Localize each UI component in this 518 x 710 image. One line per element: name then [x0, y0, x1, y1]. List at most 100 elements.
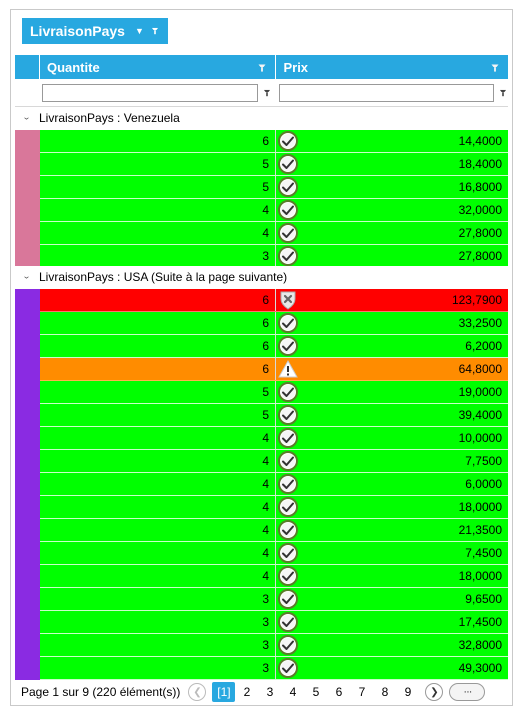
table-row[interactable]: 4 21,3500	[40, 519, 508, 542]
quantite-cell: 4	[40, 473, 276, 495]
quantite-cell: 6	[40, 130, 276, 152]
table-row[interactable]: 4 6,0000	[40, 473, 508, 496]
pin-icon[interactable]	[491, 64, 500, 73]
prix-value: 9,6500	[465, 592, 502, 606]
prix-value: 32,0000	[458, 203, 502, 217]
pager-page-6[interactable]: 6	[327, 682, 350, 702]
pin-icon[interactable]	[499, 89, 507, 97]
quantite-cell: 6	[40, 358, 276, 380]
table-row[interactable]: 3 32,8000	[40, 634, 508, 657]
quantite-filter-input[interactable]	[42, 84, 258, 102]
check-circle-icon	[278, 246, 298, 266]
table-row[interactable]: 5 39,4000	[40, 404, 508, 427]
group-body-venezuela: 6 14,4000 5 18,4000 5 16,8000 4 32,0000 4 27,8000…	[15, 130, 508, 268]
prix-value: 7,7500	[465, 454, 502, 468]
check-circle-icon	[278, 589, 298, 609]
column-header-quantite-label: Quantite	[46, 59, 100, 75]
quantite-cell: 5	[40, 153, 276, 175]
quantite-cell: 4	[40, 565, 276, 587]
prix-cell: 32,8000	[276, 634, 508, 656]
table-row[interactable]: 3 49,3000	[40, 657, 508, 680]
group-row-venezuela[interactable]: › LivraisonPays : Venezuela	[15, 107, 508, 129]
table-row[interactable]: 3 27,8000	[40, 245, 508, 268]
more-pages-button[interactable]: ···	[449, 683, 486, 701]
prix-value: 7,4500	[465, 546, 502, 560]
table-row[interactable]: 5 18,4000	[40, 153, 508, 176]
prix-cell: 14,4000	[276, 130, 508, 152]
table-row[interactable]: 6 123,7900	[40, 289, 508, 312]
check-circle-icon	[278, 474, 298, 494]
table-row[interactable]: 5 16,8000	[40, 176, 508, 199]
table-row[interactable]: 6 64,8000	[40, 358, 508, 381]
group-row-usa[interactable]: › LivraisonPays : USA (Suite à la page s…	[15, 266, 508, 288]
pager-page-4[interactable]: 4	[281, 682, 304, 702]
prix-value: 27,8000	[458, 226, 502, 240]
column-header-row: Quantite Prix	[15, 55, 508, 79]
pin-icon[interactable]	[263, 89, 271, 97]
chevron-left-icon[interactable]: ❮	[188, 683, 207, 701]
check-circle-icon	[278, 177, 298, 197]
quantite-cell: 4	[40, 496, 276, 518]
pin-icon[interactable]	[151, 27, 159, 35]
pager-page-2[interactable]: 2	[235, 682, 258, 702]
prix-cell: 19,0000	[276, 381, 508, 403]
caret-down-icon[interactable]: ▼	[135, 26, 144, 36]
prix-cell: 33,2500	[276, 312, 508, 334]
prix-value: 16,8000	[458, 180, 502, 194]
quantite-cell: 4	[40, 199, 276, 221]
pager-page-5[interactable]: 5	[304, 682, 327, 702]
table-row[interactable]: 4 18,0000	[40, 565, 508, 588]
quantite-cell: 3	[40, 657, 276, 679]
pager-page-8[interactable]: 8	[373, 682, 396, 702]
group-row-label: LivraisonPays : USA (Suite à la page sui…	[39, 270, 288, 284]
shield-x-icon	[278, 290, 298, 310]
table-row[interactable]: 4 27,8000	[40, 222, 508, 245]
check-circle-icon	[278, 131, 298, 151]
pager-page-7[interactable]: 7	[350, 682, 373, 702]
prix-cell: 18,0000	[276, 496, 508, 518]
column-header-quantite[interactable]: Quantite	[40, 55, 277, 79]
pin-icon[interactable]	[258, 64, 267, 73]
chevron-down-icon[interactable]: ›	[15, 272, 39, 283]
group-row-label: LivraisonPays : Venezuela	[39, 111, 180, 125]
quantite-cell: 6	[40, 289, 276, 311]
chevron-down-icon[interactable]: ›	[15, 113, 39, 124]
pager-page-1[interactable]: [1]	[212, 682, 236, 702]
table-row[interactable]: 4 10,0000	[40, 427, 508, 450]
column-header-prix[interactable]: Prix	[276, 55, 508, 79]
prix-value: 123,7900	[451, 293, 502, 307]
prix-cell: 7,7500	[276, 450, 508, 472]
table-row[interactable]: 5 19,0000	[40, 381, 508, 404]
prix-filter-input[interactable]	[279, 84, 494, 102]
prix-cell: 27,8000	[276, 222, 508, 244]
table-row[interactable]: 4 7,4500	[40, 542, 508, 565]
column-header-prix-label: Prix	[283, 59, 309, 75]
warning-triangle-icon	[278, 359, 298, 379]
check-circle-icon	[278, 566, 298, 586]
table-row[interactable]: 3 9,6500	[40, 588, 508, 611]
check-circle-icon	[278, 497, 298, 517]
table-row[interactable]: 4 7,7500	[40, 450, 508, 473]
group-rows: 6 123,7900 6 33,2500 6 6,2000 6 64,8000 5 19,0000…	[40, 289, 508, 680]
grid-container: LivraisonPays ▼ Quantite Prix › Livraiso…	[10, 9, 513, 706]
pager-page-9[interactable]: 9	[396, 682, 419, 702]
group-by-chip[interactable]: LivraisonPays ▼	[22, 18, 168, 44]
group-by-chip-label: LivraisonPays	[30, 23, 125, 39]
prix-value: 18,0000	[458, 569, 502, 583]
chevron-right-icon[interactable]: ❯	[425, 683, 444, 701]
quantite-cell: 4	[40, 427, 276, 449]
table-row[interactable]: 6 14,4000	[40, 130, 508, 153]
table-row[interactable]: 4 32,0000	[40, 199, 508, 222]
prix-value: 39,4000	[458, 408, 502, 422]
table-row[interactable]: 4 18,0000	[40, 496, 508, 519]
prix-value: 64,8000	[458, 362, 502, 376]
pager-pages: [1] 2 3 4 5 6 7 8 9	[212, 682, 419, 702]
prix-value: 49,3000	[458, 661, 502, 675]
check-circle-icon	[278, 405, 298, 425]
check-circle-icon	[278, 543, 298, 563]
pager-page-3[interactable]: 3	[258, 682, 281, 702]
table-row[interactable]: 6 6,2000	[40, 335, 508, 358]
table-row[interactable]: 3 17,4500	[40, 611, 508, 634]
filter-row	[15, 80, 508, 107]
table-row[interactable]: 6 33,2500	[40, 312, 508, 335]
